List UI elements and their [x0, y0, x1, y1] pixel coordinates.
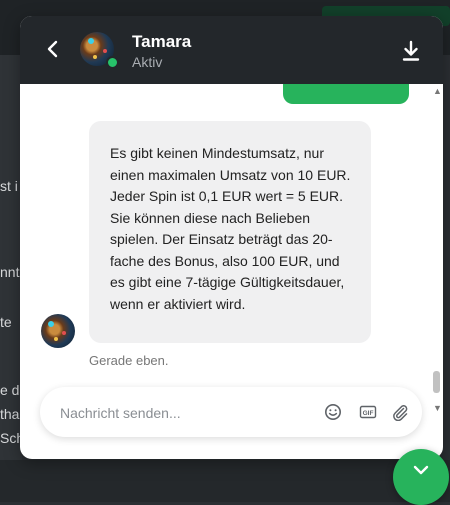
emoji-button[interactable] [324, 403, 342, 421]
message-composer: GIF [40, 387, 422, 437]
scroll-down-arrow-icon[interactable]: ▼ [433, 403, 442, 413]
agent-message-avatar [41, 314, 75, 348]
chat-header: Tamara Aktiv [20, 16, 443, 84]
online-status-dot [106, 56, 119, 69]
message-timestamp: Gerade eben. [89, 353, 169, 368]
scroll-up-arrow-icon[interactable]: ▲ [433, 86, 442, 96]
agent-message-text: Es gibt keinen Mindestumsatz, nur einen … [110, 145, 351, 312]
background-text: te [0, 314, 12, 330]
background-text: tha [0, 406, 20, 422]
chevron-left-icon [47, 40, 58, 58]
background-text: st i [0, 178, 18, 194]
gif-label: GIF [363, 410, 374, 417]
attach-file-button[interactable] [391, 403, 409, 422]
message-input[interactable] [58, 401, 312, 425]
paperclip-icon [393, 405, 408, 422]
agent-message-bubble: Es gibt keinen Mindestumsatz, nur einen … [89, 121, 371, 343]
gif-button[interactable]: GIF [359, 403, 377, 421]
download-transcript-button[interactable] [401, 40, 421, 62]
smiley-icon [325, 404, 341, 420]
chevron-down-icon [413, 465, 429, 475]
toggle-chat-button[interactable] [393, 449, 449, 505]
message-scrollbar[interactable]: ▲ ▼ [431, 84, 443, 413]
agent-status: Aktiv [132, 54, 163, 70]
back-button[interactable] [42, 38, 64, 60]
download-icon [402, 40, 420, 61]
background-bottom-bar [0, 460, 450, 502]
message-list: Es gibt keinen Mindestumsatz, nur einen … [20, 84, 432, 387]
gif-icon: GIF [359, 405, 377, 419]
agent-name: Tamara [132, 32, 192, 51]
scrollbar-thumb[interactable] [433, 371, 440, 393]
user-message-bubble [283, 84, 409, 104]
chat-widget: Tamara Aktiv Es gibt keinen Mindestumsat… [20, 16, 443, 459]
